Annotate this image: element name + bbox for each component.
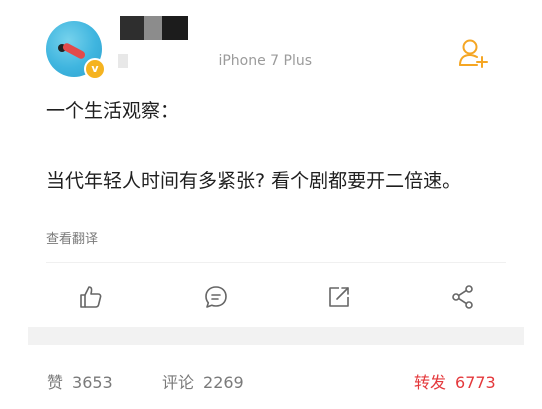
post-meta: iPhone 7 Plus: [118, 53, 312, 69]
share-button[interactable]: [450, 284, 476, 310]
redaction-block: [120, 16, 144, 40]
post-card: v iPhone 7 Plus 一个生活观察： 当代年轻人时间有多紧张? 看个剧…: [28, 12, 524, 338]
repost-icon: [329, 287, 349, 307]
thumbs-up-icon: [80, 286, 102, 308]
likes-label: 赞: [47, 373, 64, 392]
weibo-post-page: v iPhone 7 Plus 一个生活观察： 当代年轻人时间有多紧张? 看个剧…: [0, 0, 542, 409]
engagement-stats: 赞 3653 评论 2269 转发 6773: [0, 365, 542, 397]
repost-button[interactable]: [326, 284, 352, 310]
device-source: iPhone 7 Plus: [218, 53, 313, 69]
likes-count: 3653: [72, 373, 113, 392]
reposts-label: 转发: [414, 373, 447, 392]
verified-badge-icon: v: [84, 58, 106, 80]
username-redacted[interactable]: [120, 16, 188, 40]
share-icon: [452, 285, 473, 309]
likes-tab[interactable]: 赞 3653: [47, 369, 113, 393]
divider: [46, 262, 506, 263]
translate-link[interactable]: 查看翻译: [46, 228, 98, 247]
comments-label: 评论: [162, 373, 195, 392]
reposts-tab[interactable]: 转发 6773: [414, 369, 496, 393]
comments-count: 2269: [203, 373, 244, 392]
post-text-body: 当代年轻人时间有多紧张? 看个剧都要开二倍速。: [46, 170, 462, 192]
redaction-block: [162, 16, 188, 40]
section-separator: [28, 327, 524, 345]
reposts-count: 6773: [455, 373, 496, 392]
top-edge: [0, 0, 542, 12]
add-friend-icon[interactable]: [458, 38, 490, 68]
avatar-body-shape: [61, 41, 87, 61]
like-button[interactable]: [78, 284, 104, 310]
comment-button[interactable]: [203, 284, 229, 310]
comments-tab[interactable]: 评论 2269: [162, 369, 244, 393]
comment-icon: [205, 286, 227, 308]
post-text-line1: 一个生活观察：: [46, 100, 180, 122]
redaction-block: [144, 16, 162, 40]
timestamp-redacted: [118, 54, 128, 68]
